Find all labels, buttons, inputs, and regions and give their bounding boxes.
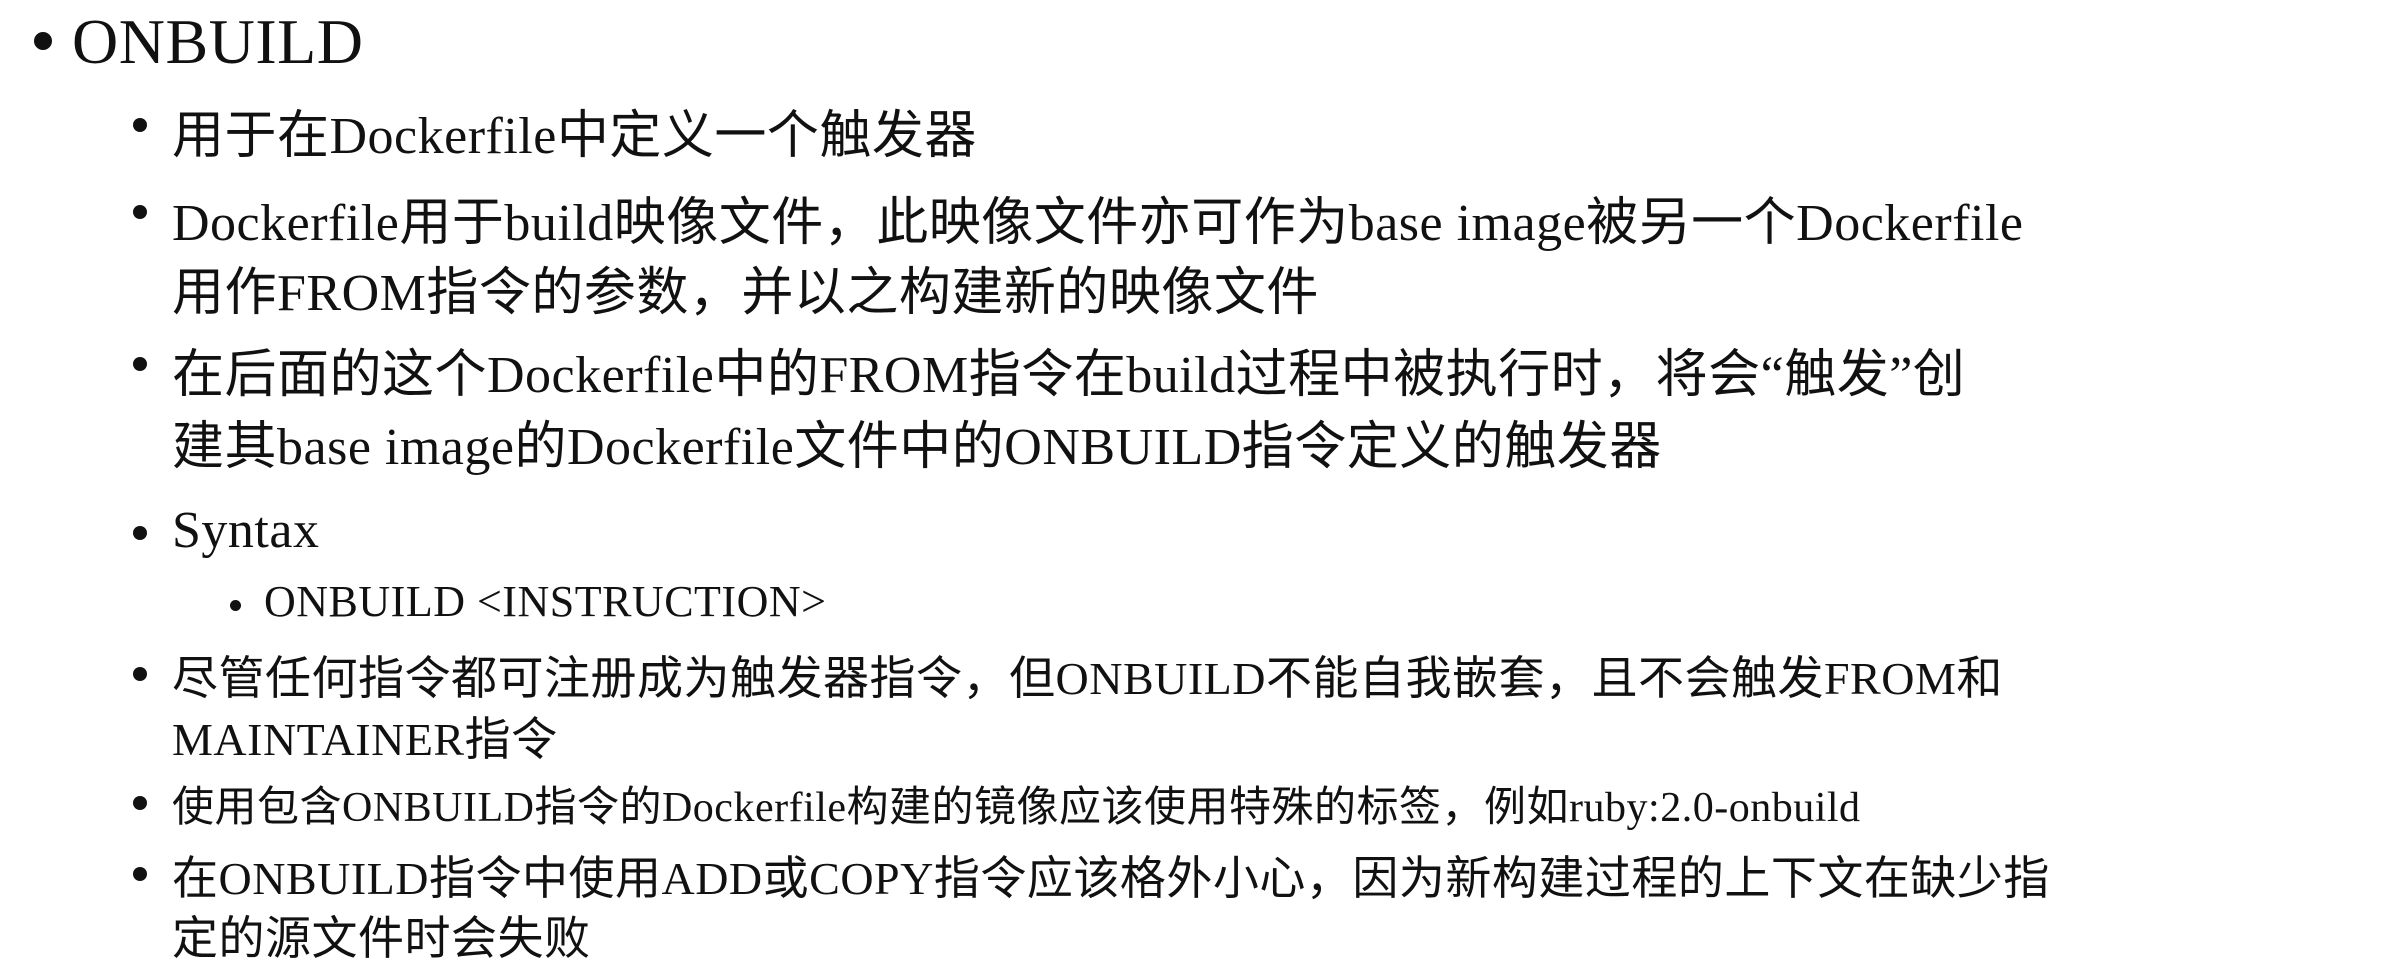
bullet-text-continuation: 用作FROM指令的参数，并以之构建新的映像文件: [172, 265, 1319, 322]
bullet-text-continuation: 定的源文件时会失败: [172, 913, 591, 964]
bullet-text: 尽管任何指令都可注册成为触发器指令，但ONBUILD不能自我嵌套，且不会触发FR…: [172, 653, 2003, 704]
bullet-text: 用于在Dockerfile中定义一个触发器: [172, 108, 977, 165]
bullet-icon: [133, 357, 147, 371]
heading-onbuild: ONBUILD: [72, 6, 364, 77]
syntax-label: Syntax: [172, 502, 320, 559]
bullet-icon: [230, 600, 241, 611]
bullet-icon: [133, 667, 147, 681]
bullet-text-continuation: 建其base image的Dockerfile文件中的ONBUILD指令定义的触…: [172, 419, 1662, 476]
bullet-icon: [133, 526, 147, 540]
bullet-icon: [133, 205, 147, 219]
bullet-text: 使用包含ONBUILD指令的Dockerfile构建的镜像应该使用特殊的标签，例…: [172, 785, 1861, 831]
bullet-icon: [133, 796, 147, 810]
bullet-icon: [34, 32, 52, 50]
bullet-text: 在后面的这个Dockerfile中的FROM指令在build过程中被执行时，将会…: [172, 347, 1966, 404]
slide: ONBUILD 用于在Dockerfile中定义一个触发器 Dockerfile…: [0, 0, 2396, 972]
bullet-text: Dockerfile用于build映像文件，此映像文件亦可作为base imag…: [172, 195, 2024, 252]
bullet-icon: [133, 118, 147, 132]
syntax-example: ONBUILD <INSTRUCTION>: [264, 577, 827, 626]
bullet-icon: [133, 867, 147, 881]
bullet-text-continuation: MAINTAINER指令: [172, 714, 558, 765]
bullet-text: 在ONBUILD指令中使用ADD或COPY指令应该格外小心，因为新构建过程的上下…: [172, 853, 2050, 904]
